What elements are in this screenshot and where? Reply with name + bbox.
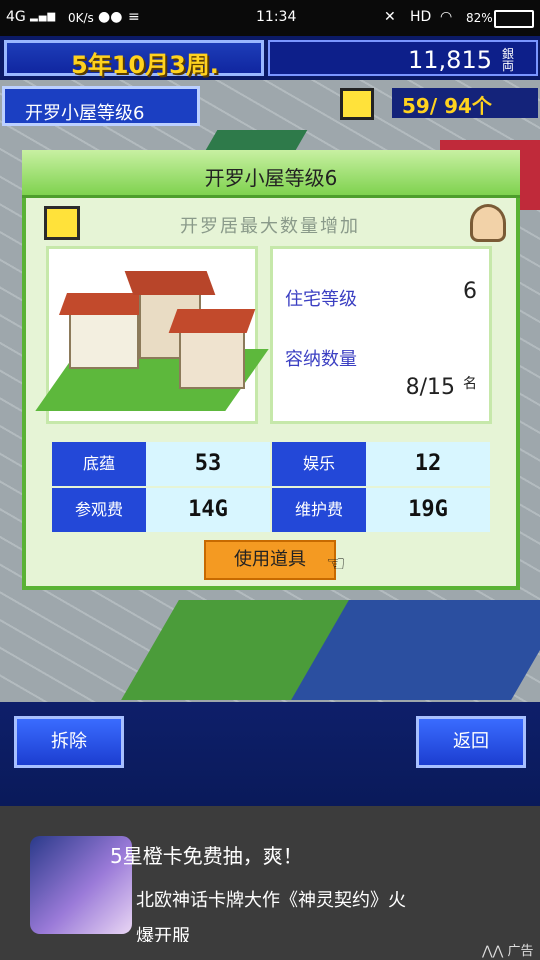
network-speed: 0K/s bbox=[68, 11, 94, 25]
battery-icon bbox=[494, 10, 534, 28]
stat-value: 53 bbox=[146, 442, 270, 486]
money-display: 11,815 銀両 bbox=[268, 40, 538, 76]
ad-label: ⋀⋀ 广告 bbox=[482, 940, 533, 959]
stat-value: 19G bbox=[366, 488, 490, 532]
banner-title: 开罗小屋等级6 bbox=[25, 103, 145, 124]
money-unit: 銀両 bbox=[502, 47, 515, 73]
dialog-title-bar: 开罗小屋等级6 bbox=[22, 150, 520, 198]
battery-percent: 82% bbox=[466, 11, 493, 25]
house-roof bbox=[124, 271, 216, 295]
capacity-unit: 名 bbox=[463, 376, 477, 392]
ad-label-text: 广告 bbox=[507, 944, 534, 959]
ad-headline[interactable]: 5星橙卡免费抽，爽！ bbox=[110, 840, 303, 869]
capacity-label: 容纳数量 bbox=[285, 349, 357, 370]
use-item-button[interactable]: 使用道具 bbox=[204, 540, 336, 580]
housing-level-label: 住宅等级 bbox=[285, 289, 357, 310]
back-button[interactable]: 返回 bbox=[416, 716, 526, 768]
advisor-avatar bbox=[470, 204, 506, 242]
building-image-panel bbox=[35, 246, 269, 424]
dialog-subtitle: 开罗居最大数量增加 bbox=[180, 216, 360, 237]
building-counter: 59/ 94个 bbox=[392, 88, 538, 118]
status-bar: 4G ▂▄▆ 0K/s ●● ≡ 11:34 ✕ HD ◠ 82% bbox=[0, 0, 540, 36]
ad-description[interactable]: 北欧神话卡牌大作《神灵契约》火 bbox=[136, 886, 406, 912]
house-roof bbox=[58, 293, 152, 315]
building-stats-panel: 住宅等级 6 容纳数量 8/15 名 bbox=[270, 246, 492, 424]
happy-face-icon bbox=[44, 206, 80, 240]
mute-icon: ✕ bbox=[384, 9, 396, 25]
date-text: 5年10月3周. bbox=[71, 51, 219, 79]
clock: 11:34 bbox=[256, 9, 297, 25]
back-label: 返回 bbox=[453, 731, 489, 752]
signal-bars-icon: ▂▄▆ bbox=[30, 11, 57, 22]
network-indicator: 4G bbox=[6, 9, 26, 25]
wifi-icon: ◠ bbox=[440, 9, 453, 25]
stat-label: 参观费 bbox=[52, 488, 146, 532]
remove-label: 拆除 bbox=[51, 731, 87, 752]
stat-label: 底蕴 bbox=[52, 442, 146, 486]
house-wall bbox=[69, 309, 139, 369]
stat-label: 娱乐 bbox=[272, 442, 366, 486]
counter-value: 59/ 94个 bbox=[402, 94, 492, 118]
building-level-banner: 开罗小屋等级6 bbox=[2, 86, 200, 126]
house-wall bbox=[179, 329, 245, 389]
money-value: 11,815 bbox=[408, 46, 492, 74]
remove-button[interactable]: 拆除 bbox=[14, 716, 124, 768]
dialog-title: 开罗小屋等级6 bbox=[204, 166, 338, 190]
wechat-icon: ●● bbox=[98, 9, 123, 25]
capacity-value: 8/15 bbox=[405, 375, 455, 400]
stat-value: 14G bbox=[146, 488, 270, 532]
stat-label: 维护费 bbox=[272, 488, 366, 532]
storage-icon: ≡ bbox=[128, 9, 140, 25]
stat-value: 12 bbox=[366, 442, 490, 486]
happy-face-icon bbox=[340, 88, 374, 120]
use-item-label: 使用道具 bbox=[234, 549, 306, 570]
house-roof bbox=[168, 309, 256, 333]
ad-description-cont[interactable]: 爆开服 bbox=[136, 922, 190, 942]
hd-label: HD bbox=[410, 9, 432, 25]
date-display: 5年10月3周. bbox=[4, 40, 264, 79]
ad-logo-icon: ⋀⋀ bbox=[482, 944, 504, 959]
pointing-hand-icon: ☜ bbox=[326, 552, 346, 577]
housing-level-value: 6 bbox=[463, 279, 477, 304]
